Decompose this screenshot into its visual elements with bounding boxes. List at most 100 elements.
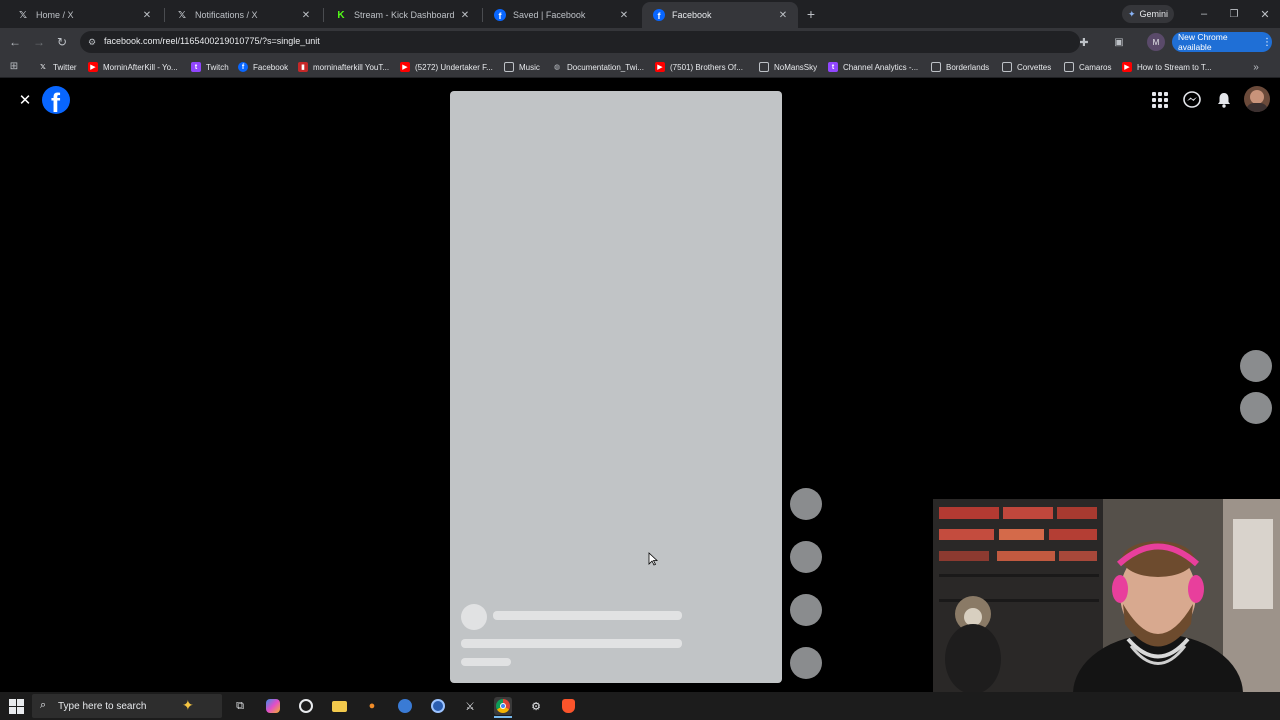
webcam-overlay xyxy=(933,499,1280,692)
app-steam-icon[interactable] xyxy=(429,697,447,715)
x-logo-icon: 𝕏 xyxy=(40,64,46,71)
search-icon: ⌕ xyxy=(40,699,47,711)
restore-icon: ❐ xyxy=(1229,8,1239,20)
youtube-icon: ▶ xyxy=(88,62,98,72)
previous-reel-button[interactable] xyxy=(1240,350,1272,382)
minimize-button[interactable]: – xyxy=(1196,6,1212,22)
brave-browser-icon[interactable] xyxy=(559,697,577,715)
chrome-taskbar-icon[interactable] xyxy=(494,697,512,715)
app-blue-icon[interactable] xyxy=(396,697,414,715)
messenger-button[interactable] xyxy=(1182,90,1202,110)
grid-dot xyxy=(1152,98,1156,102)
grid-dot xyxy=(1152,92,1156,96)
bookmark-twitter[interactable]: 𝕏 Twitter xyxy=(38,61,76,73)
minimize-icon: – xyxy=(1200,8,1208,20)
twitch-icon: t xyxy=(191,62,201,72)
task-view-icon[interactable]: ⧉ xyxy=(231,697,249,715)
side-panel-icon: ▣ xyxy=(1114,36,1124,48)
forward-button[interactable]: → xyxy=(30,33,48,51)
bookmark-folder-borderlands[interactable]: Borderlands xyxy=(931,61,989,73)
bookmark-facebook[interactable]: f Facebook xyxy=(238,61,288,73)
url-text[interactable]: facebook.com/reel/1165400219010775/?s=si… xyxy=(104,36,320,46)
bookmark-folder-music[interactable]: Music xyxy=(504,61,540,73)
reload-button[interactable]: ↻ xyxy=(53,33,71,51)
bookmark-folder-corvettes[interactable]: Corvettes xyxy=(1002,61,1051,73)
account-avatar[interactable] xyxy=(1244,86,1270,112)
folder-icon xyxy=(1002,62,1012,72)
close-tab-icon[interactable]: ✕ xyxy=(617,10,631,21)
facebook-logo-icon: f xyxy=(238,62,248,72)
like-action-placeholder[interactable] xyxy=(790,488,822,520)
back-button[interactable]: ← xyxy=(6,33,24,51)
profile-button[interactable]: M xyxy=(1147,33,1165,51)
grid-dot xyxy=(1164,104,1168,108)
menu-grid-button[interactable] xyxy=(1151,91,1169,109)
bookmark-label: MorninAfterKill - Yo... xyxy=(103,62,178,72)
facebook-home-link[interactable]: f xyxy=(42,86,70,114)
tab-kick-dashboard[interactable]: K Stream - Kick Dashboard ✕ xyxy=(324,2,480,28)
window-close-button[interactable]: ✕ xyxy=(1257,6,1273,22)
bookmark-folder-nomanssky[interactable]: NoMansSky xyxy=(759,61,817,73)
bell-icon xyxy=(1218,93,1230,108)
bookmark-twitch[interactable]: t Twitch xyxy=(191,61,229,73)
bookmarks-overflow-icon[interactable]: » xyxy=(1250,61,1262,73)
close-viewer-button[interactable]: ✕ xyxy=(16,91,34,109)
gemini-button[interactable]: ✦ Gemini xyxy=(1122,5,1174,23)
close-tab-icon[interactable]: ✕ xyxy=(140,10,154,21)
tab-title: Facebook xyxy=(672,10,712,20)
comment-action-placeholder[interactable] xyxy=(790,541,822,573)
tab-saved-facebook[interactable]: f Saved | Facebook ✕ xyxy=(483,2,639,28)
app-flame-icon[interactable]: ● xyxy=(363,697,381,715)
reel-video-placeholder[interactable] xyxy=(450,91,782,683)
bookmark-undertaker[interactable]: ▶ (5272) Undertaker F... xyxy=(400,61,493,73)
apps-grid-icon[interactable]: ⊞ xyxy=(8,60,20,72)
tab-title: Stream - Kick Dashboard xyxy=(354,10,455,20)
close-tab-icon[interactable]: ✕ xyxy=(299,10,313,21)
facebook-logo-icon: f xyxy=(652,8,666,22)
update-label: New Chrome available xyxy=(1178,32,1228,52)
tab-strip: 𝕏 Home / X ✕ 𝕏 Notifications / X ✕ K Str… xyxy=(0,0,1280,28)
app-gamepad-icon[interactable]: ⚔ xyxy=(461,697,479,715)
new-tab-button[interactable]: + xyxy=(803,6,819,22)
side-panel-button[interactable]: ▣ xyxy=(1110,33,1128,51)
bookmark-label: Camaros xyxy=(1079,62,1112,72)
tab-home-x[interactable]: 𝕏 Home / X ✕ xyxy=(6,2,162,28)
copilot-icon[interactable] xyxy=(264,697,282,715)
bookmark-youtube-analytics[interactable]: ▮ morninafterkill YouT... xyxy=(298,61,389,73)
obs-icon[interactable] xyxy=(297,697,315,715)
webcam-feed-image xyxy=(933,499,1280,692)
youtube-icon: ▶ xyxy=(655,62,665,72)
site-info-icon[interactable]: ⚙ xyxy=(86,36,98,48)
bookmark-label: Facebook xyxy=(253,62,289,72)
share-action-placeholder[interactable] xyxy=(790,594,822,626)
tab-notifications-x[interactable]: 𝕏 Notifications / X ✕ xyxy=(165,2,321,28)
bookmark-label: How to Stream to T... xyxy=(1137,62,1212,72)
grid-dot xyxy=(1158,98,1162,102)
taskbar-search-box[interactable]: ⌕ Type here to search ✦ xyxy=(32,694,222,718)
tab-facebook[interactable]: f Facebook ✕ xyxy=(642,2,798,28)
restore-button[interactable]: ❐ xyxy=(1226,6,1242,22)
bookmark-brothers-of[interactable]: ▶ (7501) Brothers Of... xyxy=(655,61,743,73)
arrow-left-icon: ← xyxy=(9,35,21,49)
close-tab-icon[interactable]: ✕ xyxy=(458,10,472,21)
next-reel-button[interactable] xyxy=(1240,392,1272,424)
grid-dot xyxy=(1164,98,1168,102)
bookmark-morninafterkill-youtube[interactable]: ▶ MorninAfterKill - Yo... xyxy=(88,61,178,73)
settings-gear-icon[interactable]: ⚙ xyxy=(527,697,545,715)
bookmark-how-to-stream[interactable]: ▶ How to Stream to T... xyxy=(1122,61,1212,73)
bookmark-folder-camaros[interactable]: Camaros xyxy=(1064,61,1111,73)
close-tab-icon[interactable]: ✕ xyxy=(776,10,790,21)
file-explorer-icon[interactable] xyxy=(330,697,348,715)
author-avatar-placeholder xyxy=(461,604,487,630)
bookmark-label: Corvettes xyxy=(1017,62,1052,72)
windows-logo-tile xyxy=(16,706,24,714)
bookmark-label: Documentation_Twi... xyxy=(567,62,644,72)
chrome-update-button[interactable]: New Chrome available ⋮ xyxy=(1172,32,1272,52)
notifications-button[interactable] xyxy=(1214,90,1234,110)
bookmark-label: NoMansSky xyxy=(774,62,818,72)
bookmark-channel-analytics[interactable]: t Channel Analytics -... xyxy=(828,61,918,73)
more-action-placeholder[interactable] xyxy=(790,647,822,679)
start-button[interactable] xyxy=(7,697,25,715)
folder-icon xyxy=(931,62,941,72)
bookmark-documentation[interactable]: ◍ Documentation_Twi... xyxy=(552,61,644,73)
